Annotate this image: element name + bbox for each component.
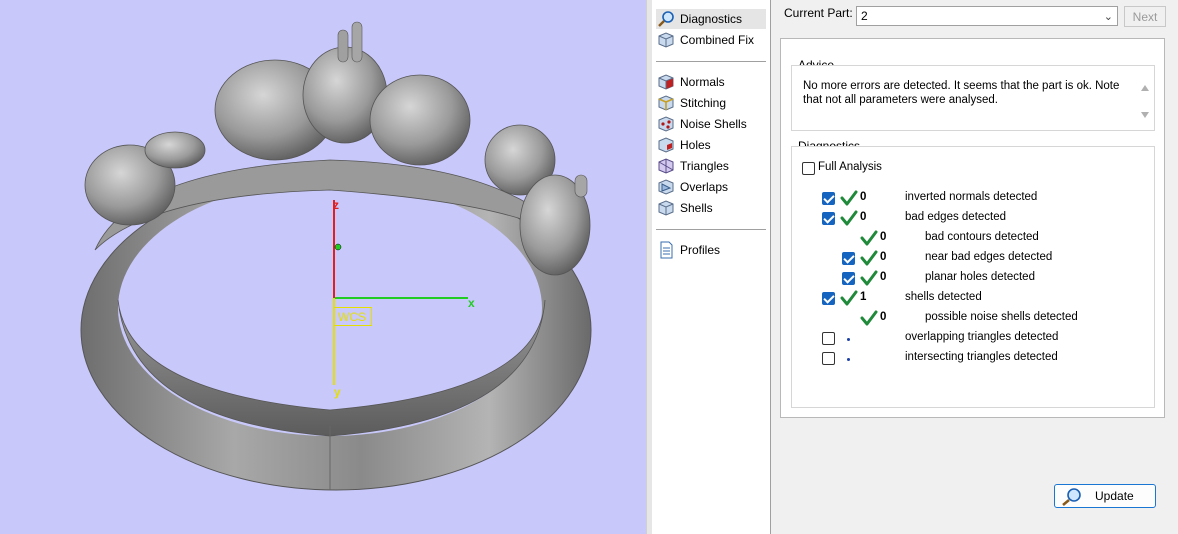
- nav-item-profiles[interactable]: Profiles: [656, 240, 766, 260]
- magnifier-icon: [1062, 488, 1081, 506]
- overlaps-icon: [658, 179, 674, 195]
- row-count: 0: [880, 271, 887, 283]
- 3d-viewport[interactable]: z x y WCS: [0, 0, 646, 534]
- row-label: bad edges detected: [905, 211, 1007, 223]
- full-analysis-checkbox[interactable]: [802, 162, 815, 175]
- nav-item-triangles[interactable]: Triangles: [656, 156, 766, 176]
- pending-dot-icon: [847, 358, 850, 361]
- full-analysis-label: Full Analysis: [818, 161, 882, 173]
- wcs-label: WCS: [334, 307, 372, 326]
- chevron-down-icon: ⌄: [1103, 11, 1113, 23]
- z-axis-label: z: [333, 198, 339, 212]
- stitching-cube-icon: [658, 95, 674, 111]
- row-label: inverted normals detected: [905, 191, 1038, 203]
- row-label: near bad edges detected: [925, 251, 1053, 263]
- row-count: 0: [880, 231, 887, 243]
- nav-item-label: Triangles: [680, 159, 729, 173]
- row-checkbox[interactable]: [822, 332, 835, 345]
- nav-item-diagnostics[interactable]: Diagnostics: [656, 9, 766, 29]
- x-axis-label: x: [468, 296, 475, 310]
- nav-item-label: Normals: [680, 75, 725, 89]
- scroll-arrows-icon: [1141, 85, 1149, 118]
- green-check-icon: [860, 230, 878, 246]
- row-count: 0: [860, 211, 867, 223]
- current-part-select[interactable]: 2 ⌄: [856, 6, 1118, 26]
- nav-item-shells[interactable]: Shells: [656, 198, 766, 218]
- nav-item-label: Diagnostics: [680, 12, 743, 26]
- triangles-icon: [658, 158, 674, 174]
- row-count: 1: [860, 291, 867, 303]
- normals-cube-icon: [658, 74, 674, 90]
- green-check-icon: [860, 270, 878, 286]
- nav-item-overlaps[interactable]: Overlaps: [656, 177, 766, 197]
- row-label: bad contours detected: [925, 231, 1039, 243]
- row-label: planar holes detected: [925, 271, 1035, 283]
- noise-shells-icon: [658, 116, 674, 132]
- nav-item-stitching[interactable]: Stitching: [656, 93, 766, 113]
- diagnostics-panel: Current Part: 2 ⌄ Next Advice No more er…: [771, 0, 1178, 534]
- nav-item-label: Holes: [680, 138, 711, 152]
- row-label: shells detected: [905, 291, 982, 303]
- row-checkbox[interactable]: [822, 212, 835, 225]
- nav-divider: [656, 61, 766, 62]
- diagnostics-box: Full Analysis 0 inverted normals detected…: [791, 146, 1156, 508]
- nav-item-normals[interactable]: Normals: [656, 72, 766, 92]
- y-axis-label: y: [334, 385, 341, 399]
- ring-model: [80, 21, 592, 491]
- nav-item-label: Overlaps: [680, 180, 729, 194]
- nav-item-label: Shells: [680, 201, 713, 215]
- row-count: 0: [860, 191, 867, 203]
- row-checkbox[interactable]: [842, 252, 855, 265]
- advice-box: No more errors are detected. It seems th…: [791, 65, 1155, 131]
- document-icon: [660, 241, 673, 259]
- update-label: Update: [1095, 489, 1134, 503]
- pending-dot-icon: [847, 338, 850, 341]
- green-check-icon: [840, 190, 858, 206]
- advice-text: No more errors are detected. It seems th…: [803, 80, 1120, 106]
- nav-item-label: Stitching: [680, 96, 727, 110]
- nav-item-combined-fix[interactable]: Combined Fix: [656, 30, 766, 50]
- nav-item-label: Combined Fix: [680, 33, 755, 47]
- update-button[interactable]: Update: [1054, 484, 1156, 508]
- magnifier-icon: [658, 11, 674, 27]
- nav-divider: [656, 229, 766, 230]
- nav-item-label: Noise Shells: [680, 117, 747, 131]
- next-button[interactable]: Next: [1124, 6, 1166, 27]
- fix-navigation: Diagnostics Combined Fix Normals Stitchi…: [652, 0, 771, 534]
- row-checkbox[interactable]: [822, 352, 835, 365]
- holes-cube-icon: [658, 137, 674, 153]
- nav-item-noise-shells[interactable]: Noise Shells: [656, 114, 766, 134]
- green-check-icon: [840, 210, 858, 226]
- shells-icon: [658, 200, 674, 216]
- green-check-icon: [860, 250, 878, 266]
- current-part-value: 2: [861, 9, 868, 23]
- row-checkbox[interactable]: [822, 192, 835, 205]
- row-label: intersecting triangles detected: [905, 351, 1058, 363]
- cube-icon: [658, 32, 674, 48]
- row-label: overlapping triangles detected: [905, 331, 1059, 343]
- current-part-label: Current Part:: [784, 6, 853, 20]
- advice-scrollbar[interactable]: [1136, 66, 1154, 130]
- nav-item-holes[interactable]: Holes: [656, 135, 766, 155]
- row-count: 0: [880, 311, 887, 323]
- diagnostics-container: Advice No more errors are detected. It s…: [780, 38, 1165, 508]
- green-check-icon: [860, 310, 878, 326]
- row-label: possible noise shells detected: [925, 311, 1078, 323]
- row-count: 0: [880, 251, 887, 263]
- row-checkbox[interactable]: [822, 292, 835, 305]
- row-checkbox[interactable]: [842, 272, 855, 285]
- nav-item-label: Profiles: [680, 243, 721, 257]
- green-check-icon: [840, 290, 858, 306]
